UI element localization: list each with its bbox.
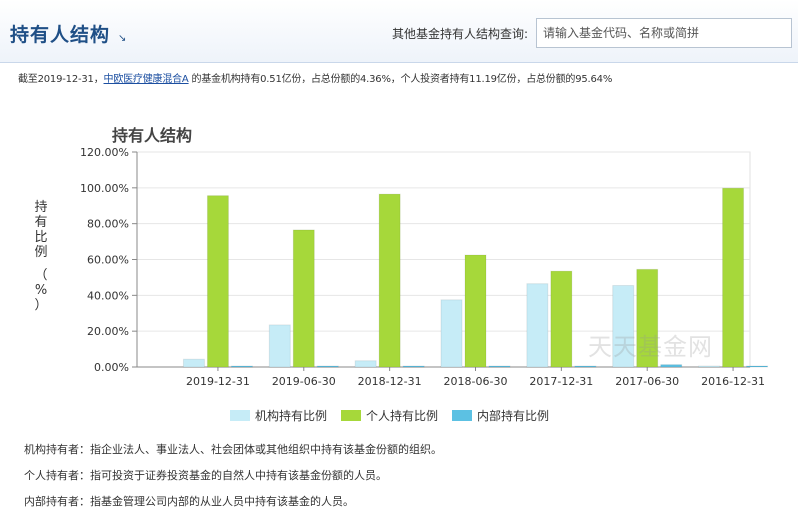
legend-swatch xyxy=(341,410,362,421)
x-tick-label: 2017-06-30 xyxy=(615,375,679,388)
legend-item[interactable]: 内部持有比例 xyxy=(452,407,549,424)
y-tick-label: 120.00% xyxy=(80,146,129,159)
x-tick-label: 2019-12-31 xyxy=(186,375,250,388)
legend-label: 个人持有比例 xyxy=(366,409,439,423)
bar-2 xyxy=(316,365,339,368)
bar-1 xyxy=(206,195,229,368)
bar-1 xyxy=(550,270,573,368)
bar-0 xyxy=(182,358,205,368)
y-tick-label: 80.00% xyxy=(87,218,129,231)
y-tick-label: 40.00% xyxy=(87,289,129,302)
watermark: 天天基金网 xyxy=(588,333,713,361)
bar-0 xyxy=(526,283,549,368)
bar-0 xyxy=(698,365,721,368)
bar-1 xyxy=(378,193,401,368)
bar-0 xyxy=(354,360,377,368)
x-tick-label: 2016-12-31 xyxy=(701,375,765,388)
legend-swatch xyxy=(230,410,250,421)
bar-2 xyxy=(574,365,597,368)
x-tick-label: 2018-06-30 xyxy=(444,375,508,388)
x-tick-label: 2018-12-31 xyxy=(358,375,422,388)
legend-swatch xyxy=(452,410,473,421)
x-tick-label: 2019-06-30 xyxy=(272,375,336,388)
bar-2 xyxy=(660,364,683,368)
y-tick-label: 100.00% xyxy=(80,182,129,195)
bar-2 xyxy=(402,365,425,368)
y-tick-label: 20.00% xyxy=(87,325,129,338)
bar-0 xyxy=(440,299,463,368)
legend-item[interactable]: 个人持有比例 xyxy=(341,407,438,424)
definition-internal: 内部持有者：指基金管理公司内部的从业人员中持有该基金的人员。 xyxy=(24,495,354,508)
chart-legend: 机构持有比例 个人持有比例 内部持有比例 xyxy=(230,407,563,424)
bar-2 xyxy=(746,365,769,368)
legend-item[interactable]: 机构持有比例 xyxy=(230,407,327,424)
legend-label: 机构持有比例 xyxy=(255,409,328,423)
definition-individual: 个人持有者：指可投资于证券投资基金的自然人中持有该基金份额的人员。 xyxy=(24,469,387,482)
bar-2 xyxy=(488,365,511,368)
bar-2 xyxy=(230,365,253,368)
legend-label: 内部持有比例 xyxy=(477,409,550,423)
bar-1 xyxy=(722,187,745,368)
x-tick-label: 2017-12-31 xyxy=(529,375,593,388)
bar-1 xyxy=(464,254,487,368)
bar-0 xyxy=(268,324,291,368)
y-tick-label: 60.00% xyxy=(87,254,129,267)
definition-institution: 机构持有者：指企业法人、事业法人、社会团体或其他组织中持有该基金份额的组织。 xyxy=(24,443,442,456)
bar-1 xyxy=(292,229,315,368)
y-tick-label: 0.00% xyxy=(94,361,129,374)
definitions: 机构持有者：指企业法人、事业法人、社会团体或其他组织中持有该基金份额的组织。 个… xyxy=(24,442,442,520)
